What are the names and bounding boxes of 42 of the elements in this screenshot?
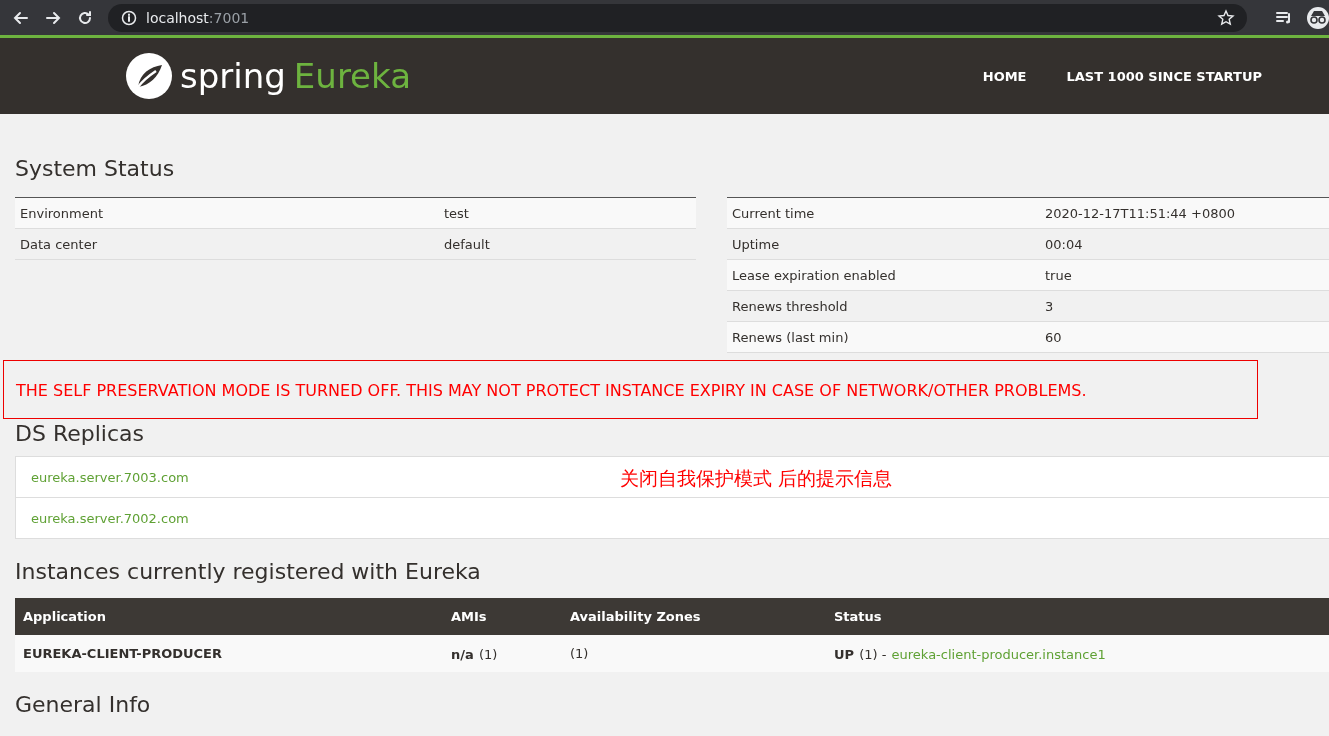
reload-icon[interactable] — [76, 8, 94, 27]
section-title: Instances currently registered with Eureka — [15, 559, 482, 584]
url-port: :7001 — [208, 10, 250, 26]
table-cell-text: EUREKA-CLIENT-PRODUCER — [23, 646, 223, 661]
section-title: General Info — [15, 692, 152, 717]
table-cell-text: Renews threshold — [732, 298, 849, 314]
table-cell-text: default — [444, 236, 491, 252]
logo-text: spring — [180, 56, 286, 96]
annotation-text: 关闭自我保护模式 后的提示信息 — [620, 466, 893, 491]
column-header: Availability Zones — [570, 609, 702, 624]
table-cell-text: 2020-12-17T11:51:44 +0800 — [1045, 205, 1236, 221]
nav-link[interactable]: LAST 1000 SINCE STARTUP — [1066, 68, 1262, 84]
table-cell-text: Lease expiration enabled — [732, 267, 897, 283]
table-cell-text: 3 — [1045, 298, 1055, 314]
table-cell-text: 60 — [1045, 329, 1063, 345]
ami-value: n/a — [451, 647, 474, 662]
table-cell-text: true — [1045, 267, 1073, 283]
table-cell-text: Data center — [20, 236, 98, 252]
table-cell-text: Current time — [732, 205, 816, 221]
nav-link[interactable]: HOME — [982, 68, 1027, 84]
logo-product-text: Eureka — [293, 56, 411, 96]
table-cell-text: Environment — [20, 205, 104, 221]
table-cell-text: test — [444, 205, 470, 221]
table-cell-text: 00:04 — [1045, 236, 1084, 252]
status-value: UP — [834, 647, 855, 662]
ami-count: (1) — [478, 647, 498, 662]
table-cell-text: Renews (last min) — [732, 329, 850, 345]
url-host: localhost — [146, 10, 209, 26]
section-title: DS Replicas — [15, 421, 145, 446]
star-icon[interactable] — [1217, 8, 1235, 27]
section-title: System Status — [15, 156, 176, 181]
incognito-icon[interactable] — [1307, 6, 1329, 29]
column-header: Application — [23, 609, 107, 624]
address-bar[interactable]: localhost:7001 — [108, 3, 1247, 32]
column-header: AMIs — [451, 609, 488, 624]
column-header: Status — [834, 609, 883, 624]
leaf-logo-icon — [126, 53, 172, 99]
warning-message: THE SELF PRESERVATION MODE IS TURNED OFF. THIS MAY NOT PROTECT INSTANCE EXPIRY IN CASE OF NETWORK/OTHER PROBLEMS. — [3, 360, 1258, 419]
status-count: (1) - — [859, 647, 887, 662]
info-icon — [120, 8, 138, 27]
table-cell-text: (1) — [570, 646, 590, 661]
table-cell-text: Uptime — [732, 236, 781, 252]
